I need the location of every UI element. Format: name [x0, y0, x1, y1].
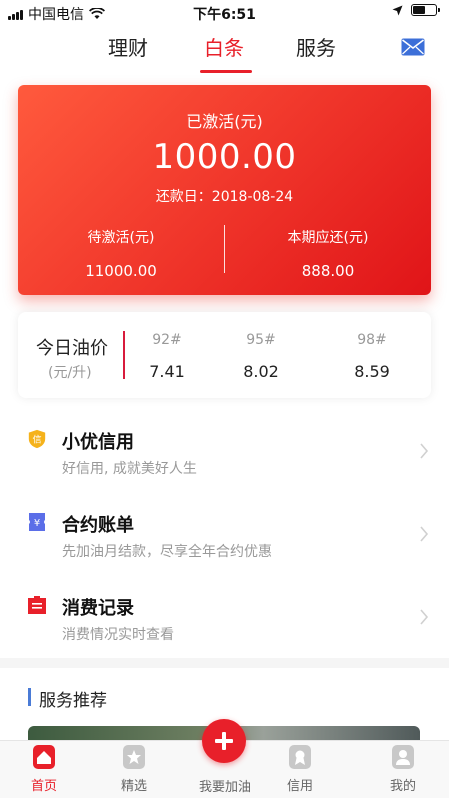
consumption-record-icon: [28, 596, 46, 614]
chevron-right-icon: [420, 443, 429, 459]
pending-activation: 待激活(元) 11000.00: [18, 227, 224, 280]
grade-label: 95#: [246, 332, 276, 348]
active-tab-indicator: [200, 70, 252, 73]
refuel-label[interactable]: 我要加油: [190, 776, 260, 795]
contract-bill-icon: ¥: [29, 513, 45, 531]
list-item-records[interactable]: 消费记录 消费情况实时查看: [0, 581, 449, 661]
tab-licai[interactable]: 理财: [108, 32, 148, 61]
records-title: 消费记录: [62, 598, 134, 619]
credit-icon-glyph: 信: [32, 434, 41, 446]
oil-price-divider: [123, 331, 125, 379]
tab-fuwu[interactable]: 服务: [296, 32, 336, 61]
list-item-contract[interactable]: ¥ 合约账单 先加油月结款，尽享全年合约优惠: [0, 498, 449, 578]
grade-price: 7.41: [149, 362, 185, 381]
status-time: 下午6:51: [193, 7, 256, 23]
oil-price-title: 今日油价: [36, 338, 108, 359]
oil-grade-92: 92# 7.41: [137, 332, 197, 381]
contract-title: 合约账单: [62, 515, 134, 536]
credit-subtitle: 好信用, 成就美好人生: [62, 461, 197, 477]
bottom-tab-credit[interactable]: 信用: [265, 745, 335, 794]
chevron-right-icon: [420, 609, 429, 625]
oil-grade-98: 98# 8.59: [342, 332, 402, 381]
credit-title: 小优信用: [62, 432, 134, 453]
tab-baitiao[interactable]: 白条: [204, 32, 244, 61]
refuel-plus-button[interactable]: [202, 719, 246, 763]
bottom-tab-label: 精选: [120, 779, 147, 794]
location-arrow-icon: [392, 5, 403, 15]
grade-label: 92#: [152, 332, 182, 348]
star-icon: [123, 745, 145, 769]
credit-shield-icon: 信: [28, 429, 46, 449]
section-separator: [0, 658, 449, 668]
current-due-amount: 888.00: [301, 262, 355, 280]
bottom-tab-label: 首页: [30, 779, 57, 794]
bottom-tab-label: 信用: [286, 779, 313, 794]
top-nav: 理财 白条 服务: [0, 26, 449, 74]
contract-icon-glyph: ¥: [34, 518, 40, 529]
home-icon: [33, 745, 55, 769]
grade-price: 8.59: [354, 362, 390, 381]
oil-grade-95: 95# 8.02: [231, 332, 291, 381]
current-due: 本期应还(元) 888.00: [225, 227, 431, 280]
bottom-tab-featured[interactable]: 精选: [99, 745, 169, 794]
section-accent-bar: [28, 688, 31, 706]
grade-label: 98#: [357, 332, 387, 348]
pending-label: 待激活(元): [87, 230, 155, 246]
list-item-credit[interactable]: 信 小优信用 好信用, 成就美好人生: [0, 415, 449, 495]
status-bar: 中国电信 下午6:51: [0, 0, 449, 26]
mail-icon[interactable]: [401, 38, 425, 56]
oil-price-card[interactable]: 今日油价 (元/升) 92# 7.41 95# 8.02 98# 8.59: [18, 312, 431, 398]
activated-amount: 1000.00: [152, 137, 297, 177]
oil-price-unit: (元/升): [48, 365, 92, 381]
bottom-tab-label: 我的: [389, 779, 416, 794]
battery-icon: [411, 4, 440, 16]
repayment-date: 还款日：2018-08-24: [155, 189, 294, 205]
chevron-right-icon: [420, 526, 429, 542]
bottom-tab-home[interactable]: 首页: [9, 745, 79, 794]
bottom-tab-mine[interactable]: 我的: [368, 745, 438, 794]
records-subtitle: 消费情况实时查看: [62, 627, 174, 643]
current-due-label: 本期应还(元): [287, 230, 369, 246]
grade-price: 8.02: [243, 362, 279, 381]
account-summary-card[interactable]: 已激活(元) 1000.00 还款日：2018-08-24 待激活(元) 110…: [18, 85, 431, 295]
activated-label: 已激活(元): [186, 112, 263, 131]
battery-level: [413, 6, 426, 14]
pending-amount: 11000.00: [85, 262, 157, 280]
contract-subtitle: 先加油月结款，尽享全年合约优惠: [62, 544, 272, 560]
status-right: [392, 4, 440, 16]
user-icon: [392, 745, 414, 769]
section-title: 服务推荐: [39, 691, 107, 711]
credit-badge-icon: [289, 745, 311, 769]
